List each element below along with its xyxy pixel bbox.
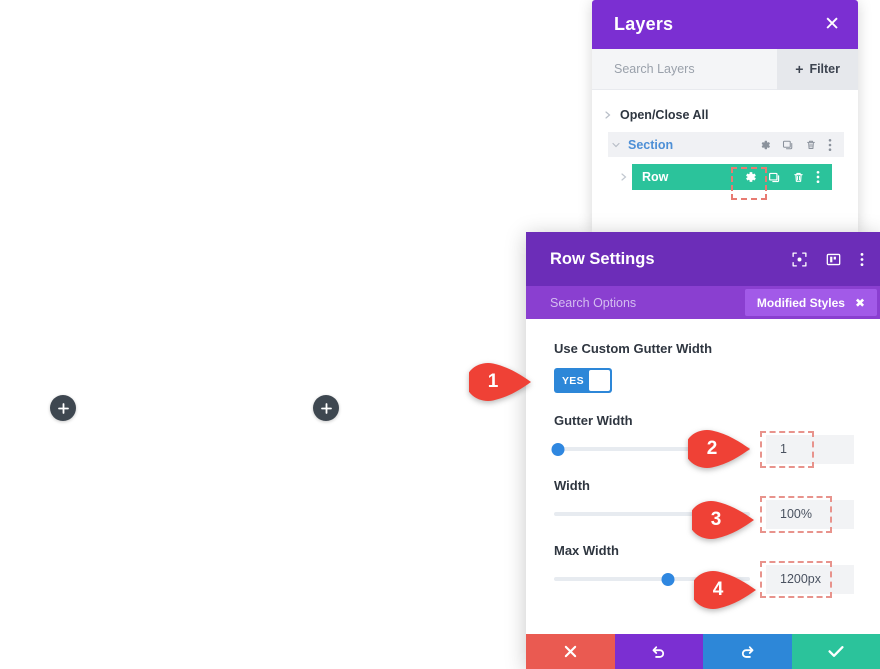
kebab-menu-icon[interactable] [816,170,820,184]
toggle-knob[interactable] [588,370,610,391]
chevron-right-icon[interactable] [616,173,632,181]
trash-icon[interactable] [805,139,817,151]
discard-button[interactable] [526,634,615,669]
redo-icon [740,644,755,659]
callout-number: 2 [706,438,718,459]
row-settings-footer [526,634,880,669]
field-use-custom-gutter-width: Use Custom Gutter Width YES [554,341,854,393]
layers-search-bar: + Filter [592,48,858,90]
undo-icon [651,644,666,659]
layers-panel: Layers ✕ + Filter Open/Close All Section [592,0,858,232]
callout-marker-3: 3 [692,500,756,540]
slider-handle[interactable] [661,572,675,586]
callout-number: 3 [710,509,722,530]
layer-item-label: Open/Close All [620,108,709,122]
layer-item-section[interactable]: Section [608,132,844,157]
add-section-button-right[interactable] [313,395,339,421]
layer-item-label: Row [642,170,669,184]
focus-view-icon[interactable] [792,251,807,267]
callout-number: 4 [712,579,724,600]
row-settings-header-actions [792,251,864,267]
redo-button[interactable] [703,634,792,669]
layers-panel-header: Layers ✕ [592,0,858,49]
add-section-button-left[interactable] [50,395,76,421]
field-value: 1200px [780,572,822,586]
width-value-field[interactable]: 100% [760,495,854,533]
layer-item-row-body[interactable]: Row [632,164,832,190]
close-icon[interactable]: ✕ [824,15,840,34]
field-label: Gutter Width [554,413,633,428]
plus-icon: + [795,61,804,77]
check-icon [828,645,844,658]
plus-icon [320,402,332,414]
filter-button[interactable]: + Filter [777,48,858,90]
row-settings-title: Row Settings [550,249,655,268]
field-label: Use Custom Gutter Width [554,341,713,356]
use-custom-gutter-width-toggle[interactable]: YES [554,368,612,393]
callout-marker-4: 4 [694,570,758,610]
filter-button-label: Filter [809,62,840,76]
modified-styles-label: Modified Styles [756,295,845,310]
trash-icon[interactable] [792,171,805,184]
gear-icon[interactable] [743,170,757,184]
toggle-value-label: YES [562,374,584,387]
row-settings-subheader: Modified Styles ✖ [526,286,880,319]
field-value: 1 [780,442,787,456]
field-value: 100% [780,507,812,521]
chevron-right-icon[interactable] [600,111,616,119]
gear-icon[interactable] [759,139,771,151]
callout-number: 1 [487,371,499,392]
callout-marker-2: 2 [688,429,752,469]
chevron-down-icon[interactable] [608,142,624,148]
kebab-menu-icon[interactable] [828,138,832,152]
callout-marker-1: 1 [469,362,533,402]
row-settings-header: Row Settings [526,232,880,286]
layer-item-row[interactable]: Row [621,164,832,190]
layer-item-open-close-all[interactable]: Open/Close All [600,102,858,128]
kebab-menu-icon[interactable] [860,252,864,267]
field-label: Width [554,478,590,493]
search-options-input[interactable] [550,295,745,310]
panel-layout-icon[interactable] [826,252,841,267]
gutter-width-value-field[interactable]: 1 [760,430,854,468]
slider-handle[interactable] [551,442,565,456]
field-label: Max Width [554,543,619,558]
layers-tree: Open/Close All Section Row [592,90,858,190]
layer-actions [759,138,844,152]
close-icon [564,645,577,658]
layer-actions [743,170,832,184]
layers-panel-title: Layers [614,14,674,34]
layer-item-label: Section [628,137,674,152]
duplicate-icon[interactable] [768,171,781,184]
max-width-value-field[interactable]: 1200px [760,560,854,598]
search-layers-input[interactable] [614,62,778,76]
modified-styles-badge[interactable]: Modified Styles ✖ [744,289,877,316]
duplicate-icon[interactable] [782,139,794,151]
plus-icon [57,402,69,414]
save-button[interactable] [791,634,880,669]
close-icon[interactable]: ✖ [855,296,865,310]
undo-button[interactable] [614,634,703,669]
